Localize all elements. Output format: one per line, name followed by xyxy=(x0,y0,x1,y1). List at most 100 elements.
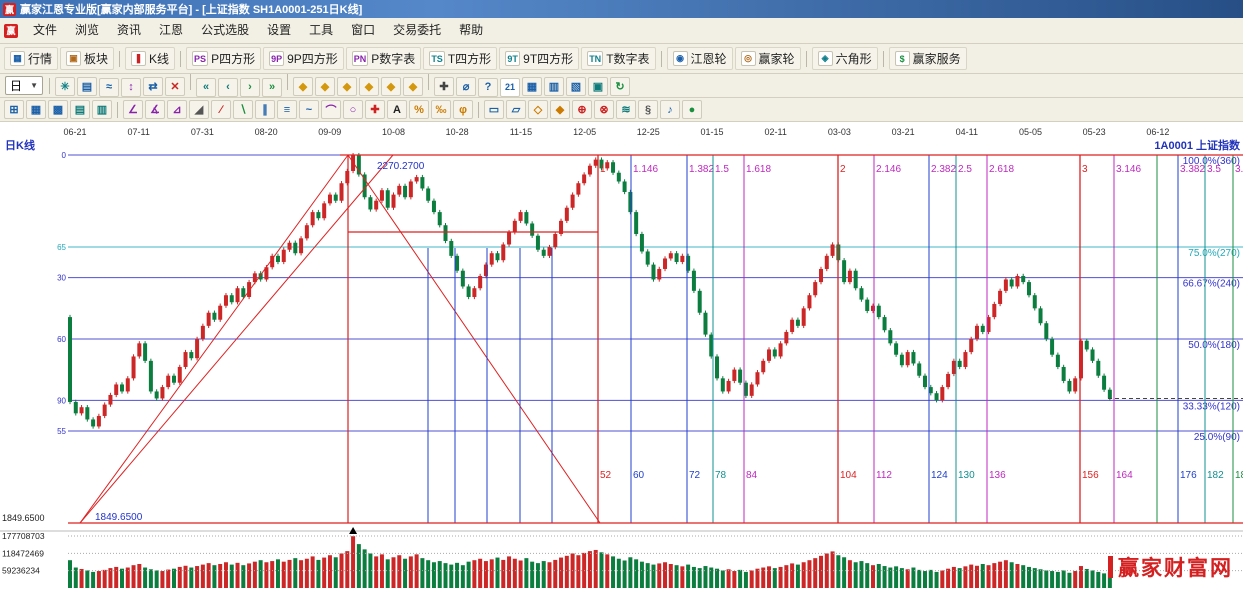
prev-bar-icon[interactable]: ‹ xyxy=(218,78,238,97)
candle-body xyxy=(334,195,338,201)
gann-square-tool-icon[interactable]: ◆ xyxy=(293,77,313,96)
measure-angle-tool-icon[interactable]: ∡ xyxy=(145,100,165,119)
p-number-table-button[interactable]: PNP数字表 xyxy=(346,47,422,70)
menu-item-file[interactable]: 文件 xyxy=(24,23,66,37)
menu-item-formula-picker[interactable]: 公式选股 xyxy=(192,23,258,37)
diamond-tool-icon[interactable]: ◇ xyxy=(528,100,548,119)
candle-body xyxy=(796,320,800,326)
trend-view-icon[interactable]: ≈ xyxy=(99,78,119,97)
exclude-tool-icon[interactable]: ⊗ xyxy=(594,100,614,119)
layout-grid-icon[interactable]: ▧ xyxy=(566,77,586,96)
triangle-tool-icon[interactable]: ⊿ xyxy=(167,100,187,119)
last-bar-icon[interactable]: » xyxy=(262,78,282,97)
hatch-grid-tool-icon[interactable]: ▩ xyxy=(48,100,68,119)
angle-tool-icon[interactable]: ∠ xyxy=(123,100,143,119)
hlines-tool-icon[interactable]: ≡ xyxy=(277,100,297,119)
note-tool-icon[interactable]: ♪ xyxy=(660,100,680,119)
cross-line-tool-icon[interactable]: ✚ xyxy=(365,100,385,119)
gann-wheel-button[interactable]: ◉江恩轮 xyxy=(667,47,733,70)
date-label: 07-11 xyxy=(128,127,150,137)
time-box-tool-icon[interactable]: ▱ xyxy=(506,100,526,119)
gann-cycle-tool-icon[interactable]: ◆ xyxy=(359,77,379,96)
crosshair-icon[interactable]: ✚ xyxy=(434,77,454,96)
target-tool-icon[interactable]: ⊕ xyxy=(572,100,592,119)
price-box-tool-icon[interactable]: ▭ xyxy=(484,100,504,119)
volume-bar xyxy=(605,554,609,588)
volume-bar xyxy=(80,569,84,588)
p-square-icon: PS xyxy=(192,51,208,66)
grid-tool-icon[interactable]: ⊞ xyxy=(4,100,24,119)
candle-body xyxy=(114,384,118,394)
gann-grid-tool-icon[interactable]: ◆ xyxy=(381,77,401,96)
switch-view-icon[interactable]: ⇄ xyxy=(143,77,163,96)
volume-bar xyxy=(680,566,684,588)
trendline-down-tool-icon[interactable]: ∖ xyxy=(233,100,253,119)
quote-list-icon[interactable]: ▤ xyxy=(77,77,97,96)
save-icon[interactable]: ▣ xyxy=(588,77,608,96)
candle-body xyxy=(207,313,211,326)
circle-tool-icon[interactable]: ○ xyxy=(343,100,363,119)
9p-square-button[interactable]: 9P9P四方形 xyxy=(263,47,344,70)
period-select[interactable]: 日 ▼ xyxy=(5,76,43,95)
gann-angle-tool-icon[interactable]: ◆ xyxy=(337,77,357,96)
next-bar-icon[interactable]: › xyxy=(240,78,260,97)
golden-ratio-tool-icon[interactable]: φ xyxy=(453,100,473,119)
9t-square-button[interactable]: 9T9T四方形 xyxy=(499,47,579,70)
layout-single-icon[interactable]: ▦ xyxy=(522,77,542,96)
menu-item-trade-order[interactable]: 交易委托 xyxy=(384,23,450,37)
menu-item-window[interactable]: 窗口 xyxy=(342,23,384,37)
trendline-up-tool-icon[interactable]: ∕ xyxy=(211,100,231,119)
sectors-icon: ▣ xyxy=(66,51,81,66)
layout-split-icon[interactable]: ▥ xyxy=(544,77,564,96)
volume-bar xyxy=(877,564,881,588)
dot-tool-icon[interactable]: ● xyxy=(682,100,702,119)
wave-tool-icon[interactable]: ~ xyxy=(299,100,319,119)
kline-button[interactable]: ❚K线 xyxy=(125,47,175,70)
candle-body xyxy=(750,384,754,395)
row-grid-tool-icon[interactable]: ▤ xyxy=(70,100,90,119)
menu-item-browse[interactable]: 浏览 xyxy=(66,23,108,37)
winner-service-button[interactable]: $赢家服务 xyxy=(889,47,967,70)
info-icon[interactable]: ? xyxy=(478,78,498,97)
menu-item-help[interactable]: 帮助 xyxy=(450,23,492,37)
menu-item-gann[interactable]: 江恩 xyxy=(150,23,192,37)
menu-item-tools[interactable]: 工具 xyxy=(300,23,342,37)
wedge-tool-icon[interactable]: ◢ xyxy=(189,100,209,119)
menu-item-settings[interactable]: 设置 xyxy=(258,23,300,37)
sectors-button[interactable]: ▣板块 xyxy=(60,47,114,70)
channel-tool-icon[interactable]: ∥ xyxy=(255,100,275,119)
candle-body xyxy=(727,381,731,391)
text-tool-icon[interactable]: A xyxy=(387,100,407,119)
gann-web-icon[interactable]: ✳ xyxy=(55,77,75,96)
col-grid-tool-icon[interactable]: ▥ xyxy=(92,100,112,119)
arc-tool-icon[interactable]: ⌒ xyxy=(321,100,341,119)
toolbar-separator xyxy=(661,51,662,67)
ripple-tool-icon[interactable]: ≋ xyxy=(616,100,636,119)
section-tool-icon[interactable]: § xyxy=(638,100,658,119)
zoom-icon[interactable]: ⌀ xyxy=(456,77,476,96)
sectors-label: 板块 xyxy=(84,50,108,67)
menu-item-news[interactable]: 资讯 xyxy=(108,23,150,37)
dense-grid-tool-icon[interactable]: ▦ xyxy=(26,100,46,119)
candle-body xyxy=(293,243,297,253)
gann-fan-tool-icon[interactable]: ◆ xyxy=(315,77,335,96)
percent-tool-icon[interactable]: % xyxy=(409,100,429,119)
left-axis-tick: 30 xyxy=(57,274,66,283)
candle-body xyxy=(571,195,575,208)
first-bar-icon[interactable]: « xyxy=(196,78,216,97)
close-view-icon[interactable]: ✕ xyxy=(165,77,185,96)
t-number-table-button[interactable]: TNT数字表 xyxy=(581,47,655,70)
hexagon-button[interactable]: ◈六角形 xyxy=(812,47,878,70)
refresh-icon[interactable]: ↻ xyxy=(610,77,630,96)
gann-spiral-tool-icon[interactable]: ◆ xyxy=(403,77,423,96)
t-square-button[interactable]: TST四方形 xyxy=(423,47,497,70)
p-square-button[interactable]: PSP四方形 xyxy=(186,47,261,70)
winner-wheel-button[interactable]: ◎赢家轮 xyxy=(735,47,801,70)
permille-tool-icon[interactable]: ‰ xyxy=(431,100,451,119)
calendar-21-icon[interactable]: 21 xyxy=(500,78,520,97)
volume-bar xyxy=(392,557,396,588)
sort-updown-icon[interactable]: ↕ xyxy=(121,78,141,97)
left-axis-tick: 55 xyxy=(57,427,66,436)
quotes-button[interactable]: ▦行情 xyxy=(4,47,58,70)
solid-diamond-tool-icon[interactable]: ◆ xyxy=(550,100,570,119)
